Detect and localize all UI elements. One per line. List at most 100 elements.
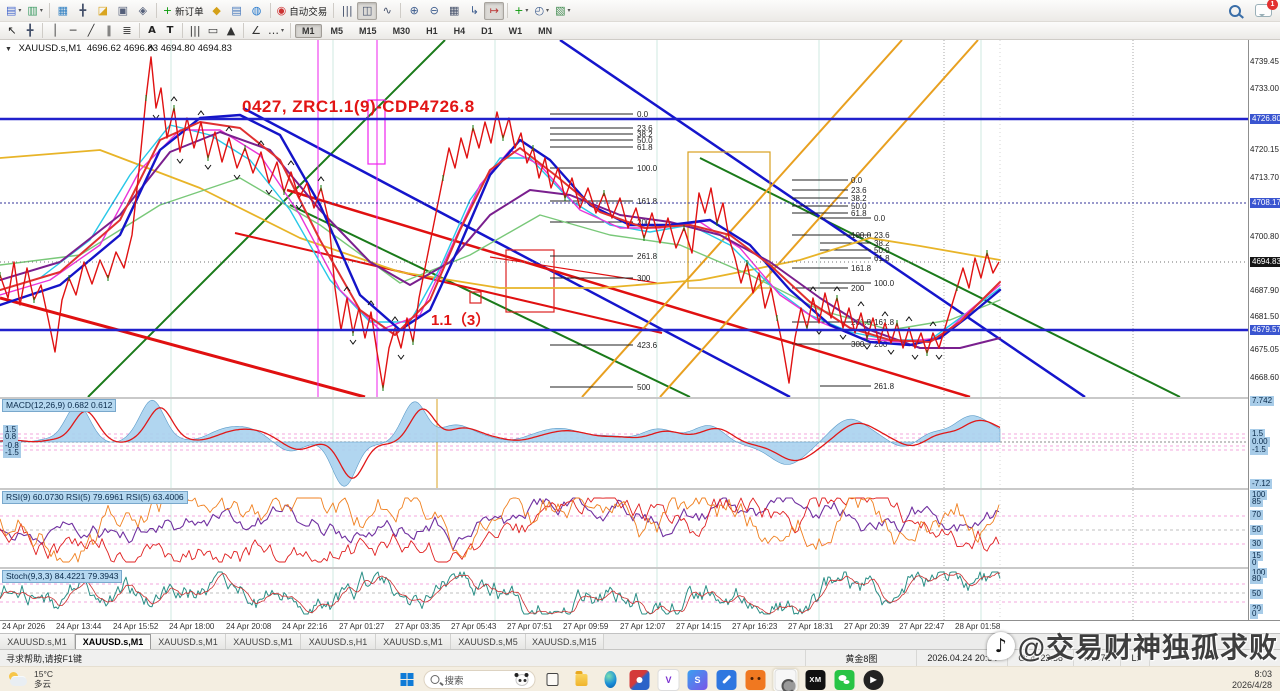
trendline-icon: ╱ [88,25,95,36]
tile-windows-button[interactable]: ▦ [444,2,464,20]
timeframe-m5-button[interactable]: M5 [324,24,351,38]
text-icon: A [148,26,156,36]
market-watch-button[interactable]: ▦ [53,2,73,20]
arrows-button[interactable]: ▲ [222,23,240,38]
terminal-button[interactable]: ▣ [113,2,133,20]
price-axis-label: 4726.80 [1250,114,1280,124]
chart-tab[interactable]: XAUUSD.s,M1 [226,634,301,649]
edge-button[interactable] [599,669,623,691]
candlestick-chart-icon: ◫ [362,5,372,16]
metaeditor-button[interactable]: ◆ [207,2,227,20]
shapes-button[interactable]: ▭ [204,23,222,38]
bar-chart-button[interactable]: ||| [337,2,357,20]
start-button[interactable] [395,669,419,691]
timeframe-h1-button[interactable]: H1 [419,24,445,38]
svg-text:0.0: 0.0 [851,176,863,185]
taskbar-clock[interactable]: 8:03 2026/4/28 [1232,667,1272,691]
cursor-button[interactable]: ↖ [3,23,21,38]
periods-button[interactable]: ◴▾ [531,2,552,20]
timeframe-m15-button[interactable]: M15 [352,24,384,38]
text-button[interactable]: A [143,23,161,38]
svg-text:200: 200 [851,284,865,293]
timeframe-m30-button[interactable]: M30 [386,24,418,38]
search-icon[interactable] [1229,5,1241,17]
chart-tab[interactable]: XAUUSD.s,M15 [526,634,604,649]
fibonacci-button[interactable]: ≣ [118,23,136,38]
media-app-button[interactable]: ▶ [862,669,886,691]
cycle-lines-button[interactable]: ||| [186,23,204,38]
chart-tab[interactable]: XAUUSD.s,M1 [376,634,451,649]
profiles-button[interactable]: ▥▾ [24,2,45,20]
folder-icon [576,674,588,686]
equidistant-channel-button[interactable]: ∥ [100,23,118,38]
tile-windows-icon: ▦ [449,5,459,16]
mt4-app-button[interactable] [773,668,799,691]
zoom-in-button[interactable]: ⊕ [404,2,424,20]
vertical-line-icon: │ [52,25,59,36]
timeframe-h4-button[interactable]: H4 [447,24,473,38]
text-label-icon: T [167,26,174,36]
chart-canvas[interactable]: 0.023.638.250.061.8100.0161.8200261.8300… [0,40,1280,620]
weather-widget[interactable]: 15°C 多云 [8,667,53,691]
xm-app-button[interactable]: XM [804,669,828,691]
autotrading-label: 自动交易 [289,4,327,18]
chat-icon[interactable]: 1 [1255,4,1272,17]
text-label-button[interactable]: T [161,23,179,38]
print-button[interactable]: ▤ [227,2,247,20]
macd-label[interactable]: MACD(12,26,9) 0.682 0.612 [2,399,116,412]
time-axis-label: 27 Apr 05:43 [451,622,496,631]
face-app-button[interactable] [744,669,768,691]
v-app-button[interactable]: V [657,669,681,691]
templates-button[interactable]: ▧▾ [552,2,573,20]
data-window-button[interactable]: ╋ [73,2,93,20]
rsi-label[interactable]: RSI(9) 60.0730 RSI(5) 79.6961 RSI(5) 63.… [2,491,188,504]
file-explorer-button[interactable] [570,669,594,691]
vertical-line-button[interactable]: │ [46,23,64,38]
note-app-button[interactable] [715,669,739,691]
svg-text:61.8: 61.8 [851,209,867,218]
store-app-button[interactable] [628,669,652,691]
svg-text:261.8: 261.8 [874,382,895,391]
crosshair-button[interactable]: ╋ [21,23,39,38]
stoch-scale-label: 50 [1250,589,1263,599]
timeframe-m1-button[interactable]: M1 [295,24,322,38]
chart-tab[interactable]: XAUUSD.s,M5 [451,634,526,649]
desktop-screen: ▤▾▥▾▦╋◪▣◈+新订单◆▤◍◉自动交易|||◫∿⊕⊖▦↳↦+▾◴▾▧▾ 1 … [0,0,1280,691]
timeframe-mn-button[interactable]: MN [531,24,559,38]
s-app-button[interactable]: S [686,669,710,691]
toolbar-drawing: ↖╋ │ ─ ╱ ∥≣ A T |||▭▲ ∠…▾ M1M5M15M30H1H4D1W1MN [0,22,1280,40]
objects-more-button[interactable]: …▾ [265,23,287,38]
taskbar-search[interactable]: 搜索 [424,670,536,689]
navigator-button[interactable]: ◪ [93,2,113,20]
task-view-button[interactable] [541,669,565,691]
new-chart-button[interactable]: ▤▾ [3,2,24,20]
svg-text:161.8: 161.8 [851,264,872,273]
line-chart-button[interactable]: ∿ [377,2,397,20]
autotrading-button[interactable]: ◉自动交易 [274,2,331,20]
gann-tools-button[interactable]: ∠ [247,23,265,38]
chart-tab[interactable]: XAUUSD.s,M1 [151,634,226,649]
candlestick-chart-button[interactable]: ◫ [357,2,377,20]
trendline-button[interactable]: ╱ [82,23,100,38]
chart-tab-active[interactable]: XAUUSD.s,M1 [75,634,151,649]
auto-scroll-button[interactable]: ↳ [464,2,484,20]
horizontal-line-button[interactable]: ─ [64,23,82,38]
stoch-label[interactable]: Stoch(9,3,3) 84.4221 79.3943 [2,570,122,583]
collapse-caret-icon[interactable]: ▼ [5,46,12,53]
wechat-app-button[interactable] [833,669,857,691]
chart-shift-button[interactable]: ↦ [484,2,504,20]
panda-icon [516,674,529,686]
new-order-button[interactable]: +新订单 [160,2,207,20]
chart-tab[interactable]: XAUUSD.s,M1 [0,634,75,649]
strategy-tester-button[interactable]: ◈ [133,2,153,20]
time-axis-label: 27 Apr 16:23 [732,622,777,631]
taskbar: 15°C 多云 搜索 V S XM ▶ [0,666,1280,691]
web-community-button[interactable]: ◍ [247,2,267,20]
edge-icon [605,671,617,688]
timeframe-d1-button[interactable]: D1 [474,24,500,38]
zoom-out-button[interactable]: ⊖ [424,2,444,20]
chart-tab[interactable]: XAUUSD.s,H1 [301,634,376,649]
timeframe-w1-button[interactable]: W1 [502,24,530,38]
indicators-button[interactable]: +▾ [511,2,531,20]
time-axis-label: 27 Apr 18:31 [788,622,833,631]
